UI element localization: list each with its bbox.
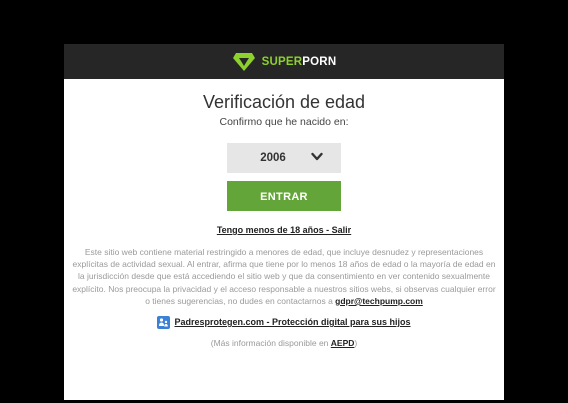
contact-email-link[interactable]: gdpr@techpump.com [335,296,423,306]
modal-header: SUPERPORN [64,44,504,79]
aepd-link[interactable]: AEPD [331,338,355,348]
disclaimer-text: Este sitio web contiene material restrin… [72,247,496,306]
birth-year-value: 2006 [260,152,286,164]
page-backdrop: SUPERPORN Verificación de edad Confirmo … [0,0,568,403]
under-18-exit-link[interactable]: Tengo menos de 18 años - Salir [64,225,504,236]
legal-disclaimer: Este sitio web contiene material restrin… [72,246,496,307]
parental-control-link[interactable]: Padresprotegen.com - Protección digital … [174,316,410,329]
parental-control-row: Padresprotegen.com - Protección digital … [64,316,504,330]
aepd-info: (Más información disponible en AEPD) [64,338,504,349]
birth-year-prompt: Confirmo que he nacido en: [219,116,349,128]
brand-name-part1: SUPER [261,55,303,68]
brand-name-part2: PORN [302,55,337,68]
diamond-logo-icon [232,52,255,71]
aepd-prefix: (Más información disponible en [210,338,331,349]
page-title: Verificación de edad [202,92,366,112]
age-verification-modal: SUPERPORN Verificación de edad Confirmo … [64,44,504,400]
enter-button[interactable]: ENTRAR [227,181,341,211]
chevron-down-icon [311,152,323,161]
aepd-suffix: ) [354,338,358,349]
brand-name: SUPERPORN [262,56,337,68]
birth-year-select[interactable]: 2006 [227,143,341,173]
parental-control-icon [157,316,171,330]
